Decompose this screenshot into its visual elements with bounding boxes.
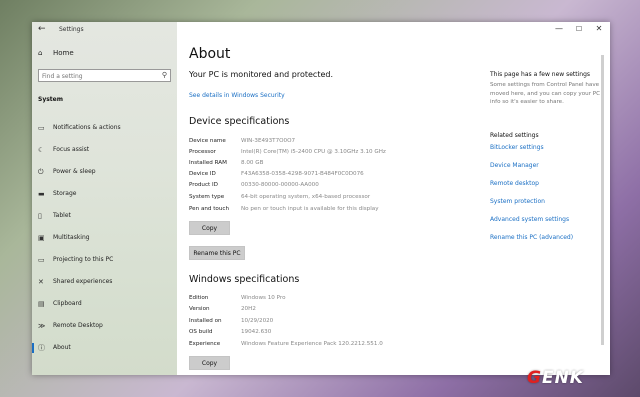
sidebar-item-tablet[interactable]: ▯ Tablet xyxy=(32,205,177,227)
bitlocker-settings-link[interactable]: BitLocker settings xyxy=(490,144,544,151)
spec-key: System type xyxy=(189,194,225,200)
windows-specs-heading: Windows specifications xyxy=(189,274,300,285)
sidebar-item-notifications[interactable]: ▭ Notifications & actions xyxy=(32,117,177,139)
maximize-button[interactable]: ☐ xyxy=(570,25,588,33)
sidebar-item-clipboard[interactable]: ▤ Clipboard xyxy=(32,293,177,315)
spec-key: Edition xyxy=(189,295,209,301)
advanced-system-settings-link[interactable]: Advanced system settings xyxy=(490,216,569,223)
tablet-icon: ▯ xyxy=(38,212,42,220)
spec-key: Version xyxy=(189,306,210,312)
scrollbar[interactable] xyxy=(601,55,604,345)
settings-window: ← Settings ⌂ Home ⚲ System ▭ Notification… xyxy=(32,22,610,375)
sidebar-item-label: Power & sleep xyxy=(53,168,96,175)
spec-value: No pen or touch input is available for t… xyxy=(241,206,379,212)
sidebar-item-about[interactable]: ⓘ About xyxy=(32,337,177,359)
projecting-icon: ▭ xyxy=(38,256,45,264)
new-settings-heading: This page has a few new settings xyxy=(490,71,591,78)
notifications-icon: ▭ xyxy=(38,124,45,132)
search-icon[interactable]: ⚲ xyxy=(162,71,167,79)
genk-watermark-logo: GENK xyxy=(527,368,584,388)
spec-key: Installed RAM xyxy=(189,160,227,166)
copy-device-specs-button[interactable]: Copy xyxy=(189,221,230,235)
home-label: Home xyxy=(53,49,74,57)
security-status-text: Your PC is monitored and protected. xyxy=(189,70,333,79)
copy-windows-specs-button[interactable]: Copy xyxy=(189,356,230,370)
remote-desktop-icon: ≫ xyxy=(38,322,46,330)
sidebar: ← Settings ⌂ Home ⚲ System ▭ Notification… xyxy=(32,22,177,375)
spec-key: Device name xyxy=(189,138,226,144)
spec-value: F43A6358-0358-4298-9071-B484F0C0D076 xyxy=(241,171,364,177)
sidebar-item-remote-desktop[interactable]: ≫ Remote Desktop xyxy=(32,315,177,337)
minimize-button[interactable]: — xyxy=(550,24,568,33)
spec-value: 19042.630 xyxy=(241,329,272,335)
sidebar-item-label: Notifications & actions xyxy=(53,124,121,131)
spec-value: 10/29/2020 xyxy=(241,318,274,324)
spec-value: 20H2 xyxy=(241,306,256,312)
app-title: Settings xyxy=(59,26,84,33)
storage-icon: ▬ xyxy=(38,190,45,198)
sidebar-item-label: Focus assist xyxy=(53,146,90,153)
page-title: About xyxy=(189,46,231,62)
focus-assist-icon: ☾ xyxy=(38,146,45,154)
spec-value: Windows 10 Pro xyxy=(241,295,286,301)
sidebar-nav: ▭ Notifications & actions ☾ Focus assist… xyxy=(32,117,177,359)
back-arrow-icon[interactable]: ← xyxy=(38,24,46,34)
rename-pc-advanced-link[interactable]: Rename this PC (advanced) xyxy=(490,234,573,241)
shared-experiences-icon: ✕ xyxy=(38,278,44,286)
sidebar-item-storage[interactable]: ▬ Storage xyxy=(32,183,177,205)
sidebar-item-label: Shared experiences xyxy=(53,278,113,285)
sidebar-item-multitasking[interactable]: ▣ Multitasking xyxy=(32,227,177,249)
section-label-system: System xyxy=(38,96,63,103)
search-input[interactable] xyxy=(42,71,152,81)
sidebar-item-power-sleep[interactable]: ⏻ Power & sleep xyxy=(32,161,177,183)
clipboard-icon: ▤ xyxy=(38,300,45,308)
info-icon: ⓘ xyxy=(38,344,45,352)
multitasking-icon: ▣ xyxy=(38,234,45,242)
spec-key: Experience xyxy=(189,341,221,347)
sidebar-item-shared-experiences[interactable]: ✕ Shared experiences xyxy=(32,271,177,293)
spec-key: Product ID xyxy=(189,182,218,188)
watermark-rest: ENK xyxy=(541,368,584,388)
sidebar-item-label: Projecting to this PC xyxy=(53,256,114,263)
sidebar-item-label: Tablet xyxy=(53,212,71,219)
home-icon: ⌂ xyxy=(38,49,43,57)
spec-key: Device ID xyxy=(189,171,216,177)
spec-value: WIN-3E493T7O0O7 xyxy=(241,138,296,144)
sidebar-item-label: Remote Desktop xyxy=(53,322,103,329)
sidebar-item-label: Storage xyxy=(53,190,77,197)
system-protection-link[interactable]: System protection xyxy=(490,198,545,205)
spec-key: Installed on xyxy=(189,318,222,324)
spec-value: Intel(R) Core(TM) i5-2400 CPU @ 3.10GHz … xyxy=(241,149,386,155)
sidebar-item-label: Clipboard xyxy=(53,300,82,307)
power-icon: ⏻ xyxy=(38,168,44,176)
device-specs-heading: Device specifications xyxy=(189,116,290,127)
remote-desktop-link[interactable]: Remote desktop xyxy=(490,180,539,187)
spec-key: Pen and touch xyxy=(189,206,230,212)
rename-pc-button[interactable]: Rename this PC xyxy=(189,246,245,260)
spec-value: 64-bit operating system, x64-based proce… xyxy=(241,194,371,200)
search-box[interactable]: ⚲ xyxy=(38,69,171,82)
watermark-g: G xyxy=(527,368,542,388)
home-nav-item[interactable]: ⌂ Home xyxy=(38,49,74,57)
device-manager-link[interactable]: Device Manager xyxy=(490,162,539,169)
sidebar-item-focus-assist[interactable]: ☾ Focus assist xyxy=(32,139,177,161)
spec-key: Processor xyxy=(189,149,216,155)
close-button[interactable]: ✕ xyxy=(590,24,608,33)
spec-value: Windows Feature Experience Pack 120.2212… xyxy=(241,341,383,347)
spec-value: 00330-80000-00000-AA000 xyxy=(241,182,319,188)
new-settings-description: Some settings from Control Panel have mo… xyxy=(490,82,601,105)
sidebar-item-label: Multitasking xyxy=(53,234,90,241)
related-settings-heading: Related settings xyxy=(490,132,539,139)
sidebar-item-label: About xyxy=(53,344,71,351)
main-content: About Your PC is monitored and protected… xyxy=(189,22,479,375)
spec-key: OS build xyxy=(189,329,213,335)
spec-value: 8.00 GB xyxy=(241,160,264,166)
sidebar-item-projecting[interactable]: ▭ Projecting to this PC xyxy=(32,249,177,271)
windows-security-link[interactable]: See details in Windows Security xyxy=(189,92,285,99)
